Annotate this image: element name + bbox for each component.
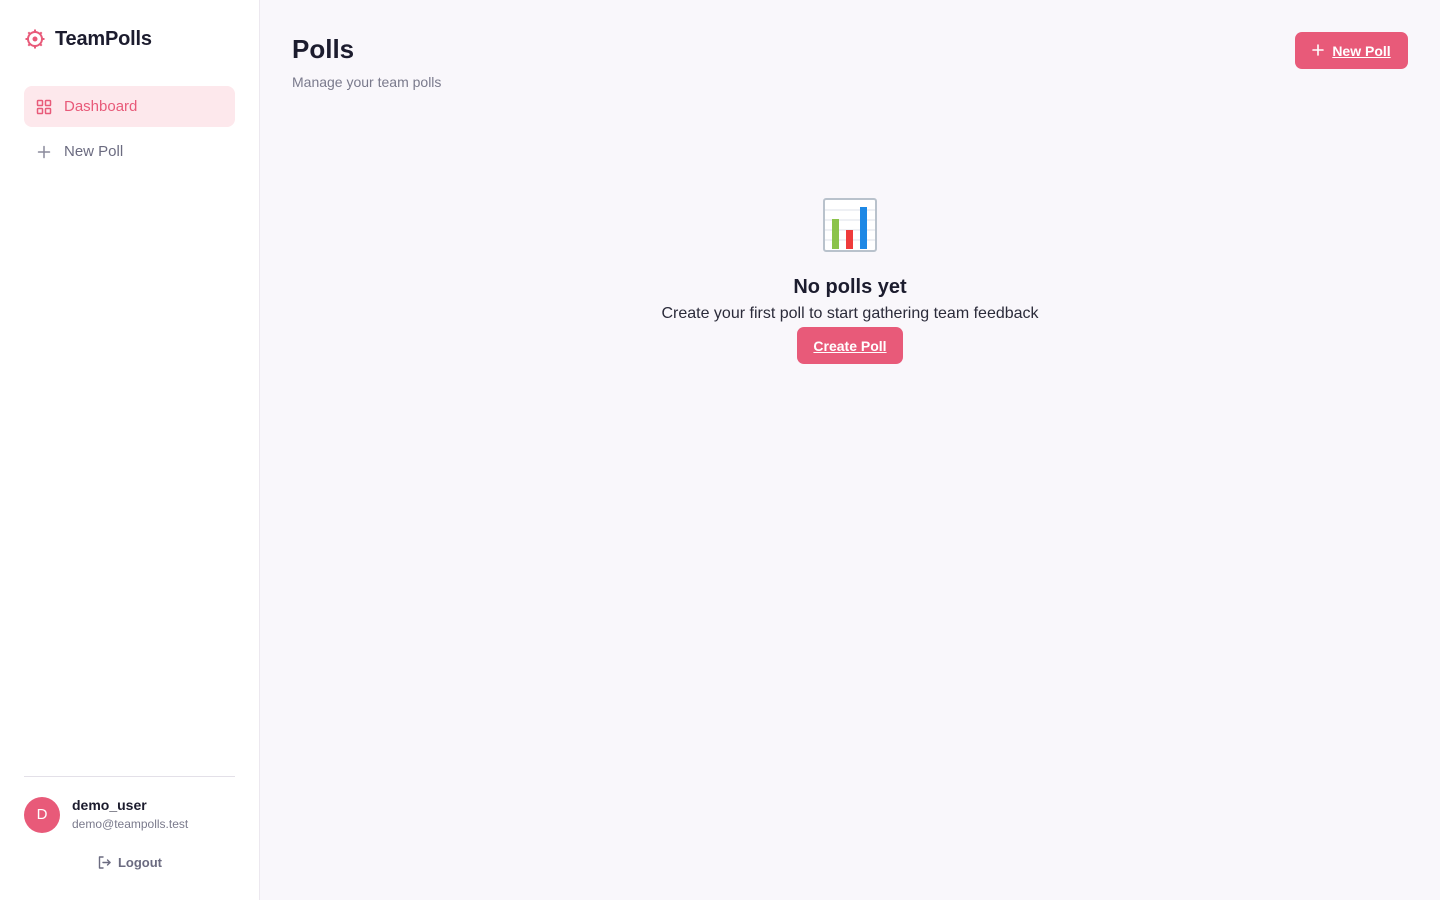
page-subtitle: Manage your team polls (292, 74, 442, 90)
avatar[interactable]: D (24, 796, 60, 833)
grid-icon (36, 99, 52, 115)
user-info: D demo_user demo@teampolls.test (24, 796, 235, 833)
brand-name: TeamPolls (55, 27, 152, 50)
brand[interactable]: TeamPolls (24, 28, 152, 50)
user-email: demo@teampolls.test (72, 817, 189, 831)
plus-icon (36, 144, 52, 160)
sidebar-nav: Dashboard New Poll (24, 86, 235, 176)
user-panel: D demo_user demo@teampolls.test Logout (24, 776, 235, 870)
main-content: Polls Manage your team polls New Poll No (260, 0, 1440, 900)
logout-label: Logout (117, 855, 163, 870)
user-details: demo_user demo@teampolls.test (72, 796, 188, 833)
page-title: Polls (292, 34, 355, 64)
empty-state-text: Create your first poll to start gatherin… (661, 305, 1039, 322)
new-poll-button[interactable]: New Poll (1295, 32, 1408, 69)
gear-icon (24, 28, 46, 50)
sidebar-item-label: New Poll (64, 143, 124, 160)
empty-state-title: No polls yet (793, 276, 907, 298)
logout-icon (97, 855, 112, 870)
plus-icon (1312, 43, 1325, 59)
sidebar-item-new-poll[interactable]: New Poll (24, 131, 235, 172)
sidebar-item-dashboard[interactable]: Dashboard (24, 86, 235, 127)
user-name: demo_user (72, 797, 147, 813)
sidebar: TeamPolls Dashboard New Poll D demo_user… (0, 0, 260, 900)
bar-chart-icon (821, 196, 879, 254)
create-poll-button[interactable]: Create Poll (797, 327, 903, 364)
logout-button[interactable]: Logout (24, 855, 235, 870)
empty-state: No polls yet Create your first poll to s… (260, 196, 1440, 364)
new-poll-button-label: New Poll (1332, 42, 1391, 59)
sidebar-item-label: Dashboard (64, 98, 138, 115)
